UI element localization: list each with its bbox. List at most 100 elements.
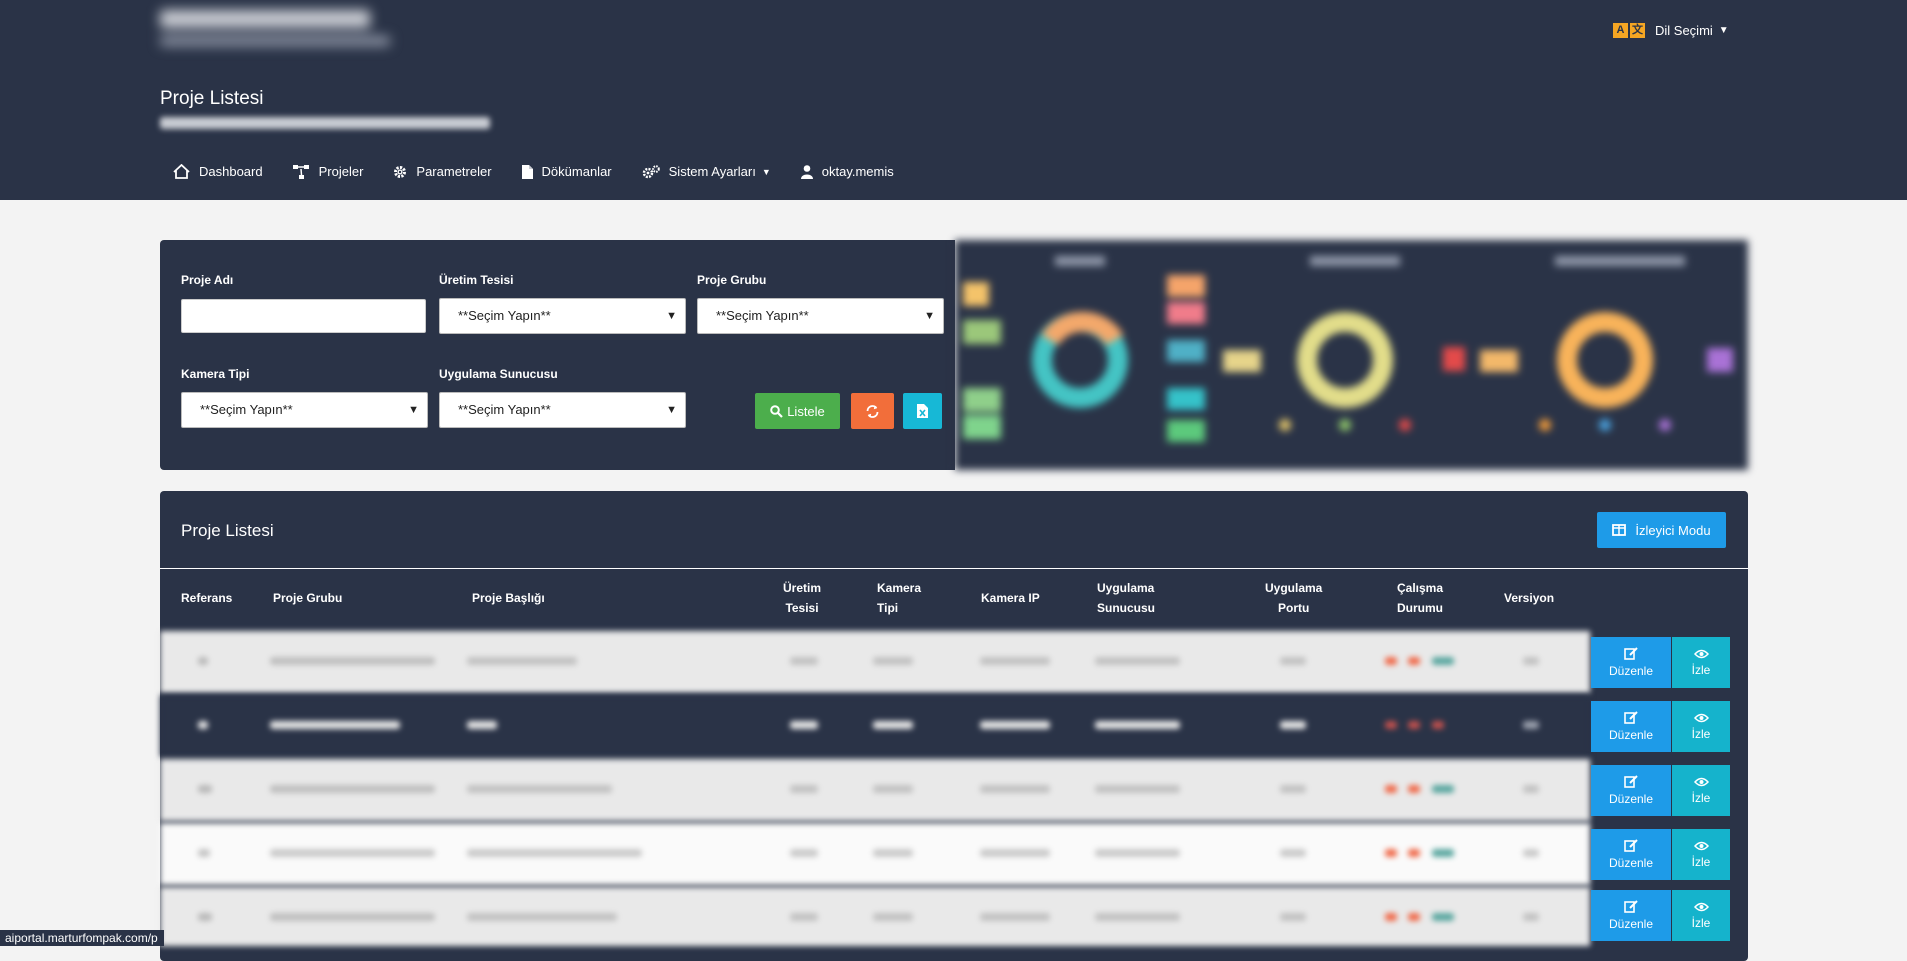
language-selector[interactable]: A文 Dil Seçimi ▼ [1613, 23, 1729, 38]
column-header-camera-type[interactable]: Kamera Tipi [877, 578, 921, 618]
app-server-select[interactable]: **Seçim Yapın** ▼ [439, 392, 686, 428]
project-group-select[interactable]: **Seçim Yapın** ▼ [697, 298, 944, 334]
column-header-app-server[interactable]: Uygulama Sunucusu [1097, 578, 1155, 618]
column-header-app-port[interactable]: Uygulama Portu [1265, 578, 1322, 618]
column-header-title[interactable]: Proje Başlığı [472, 588, 545, 608]
edit-button[interactable]: Düzenle [1591, 765, 1671, 816]
page-subtitle [160, 117, 490, 129]
edit-button-label: Düzenle [1608, 856, 1654, 870]
main-nav: Dashboard Projeler Parametreler Dökümanl… [173, 164, 924, 179]
row-content-blurred [160, 631, 1590, 693]
nav-item-documents[interactable]: Dökümanlar [521, 164, 612, 179]
user-icon [800, 164, 813, 179]
view-button-label: İzle [1691, 662, 1711, 677]
list-divider [160, 568, 1748, 569]
project-group-select-value: **Seçim Yapın** [716, 308, 809, 323]
view-button-label: İzle [1691, 790, 1711, 805]
edit-icon [1624, 839, 1638, 852]
camera-type-select-value: **Seçim Yapın** [200, 402, 293, 417]
translate-icon: A文 [1613, 23, 1647, 38]
camera-type-select[interactable]: **Seçim Yapın** ▼ [181, 392, 428, 428]
view-button[interactable]: İzle [1672, 701, 1730, 752]
company-logo [160, 10, 390, 60]
column-header-line: Çalışma [1397, 581, 1444, 595]
nav-item-system-settings[interactable]: Sistem Ayarları ▼ [642, 164, 771, 179]
column-header-line: Sunucusu [1097, 601, 1156, 615]
facility-select-value: **Seçim Yapın** [458, 308, 551, 323]
list-title: Proje Listesi [181, 521, 274, 540]
app-server-select-value: **Seçim Yapın** [458, 402, 551, 417]
edit-button-label: Düzenle [1608, 664, 1654, 678]
project-name-label: Proje Adı [181, 273, 234, 287]
refresh-icon [866, 404, 879, 418]
column-header-group[interactable]: Proje Grubu [273, 588, 342, 608]
view-button-label: İzle [1691, 854, 1711, 869]
column-header-line: Tesisi [785, 601, 819, 615]
facility-label: Üretim Tesisi [439, 273, 514, 287]
project-name-input[interactable] [181, 299, 426, 333]
column-header-line: Üretim [783, 581, 822, 595]
language-label: Dil Seçimi [1655, 23, 1713, 38]
column-header-line: Kamera [877, 581, 922, 595]
edit-icon [1624, 647, 1638, 660]
nav-item-user[interactable]: oktay.memis [800, 164, 894, 179]
nav-item-projects[interactable]: Projeler [292, 164, 363, 179]
table-row-selected [160, 695, 1590, 757]
column-header-line: Tipi [877, 601, 899, 615]
export-excel-button[interactable] [903, 393, 942, 429]
row-content-blurred [160, 823, 1590, 885]
edit-button[interactable]: Düzenle [1591, 829, 1671, 880]
sitemap-icon [292, 164, 309, 179]
viewer-mode-button[interactable]: İzleyici Modu [1597, 512, 1726, 548]
edit-button-label: Düzenle [1608, 792, 1654, 806]
row-content-blurred [160, 695, 1590, 757]
edit-button-label: Düzenle [1608, 917, 1654, 931]
gears-icon [642, 164, 660, 178]
column-header-line: Portu [1278, 601, 1310, 615]
filter-panel: Proje Adı Üretim Tesisi **Seçim Yapın** … [160, 240, 955, 470]
list-button-label: Listele [787, 403, 825, 419]
nav-label: Sistem Ayarları [668, 164, 756, 179]
edit-button[interactable]: Düzenle [1591, 701, 1671, 752]
column-header-version[interactable]: Versiyon [1504, 588, 1554, 608]
chevron-down-icon: ▼ [1718, 25, 1729, 36]
column-header-line: Uygulama [1097, 581, 1155, 595]
edit-icon [1624, 900, 1638, 913]
view-button[interactable]: İzle [1672, 890, 1730, 941]
edit-icon [1624, 775, 1638, 788]
edit-button[interactable]: Düzenle [1591, 637, 1671, 688]
list-button[interactable]: Listele [755, 393, 840, 429]
excel-file-icon [917, 404, 928, 418]
view-button-label: İzle [1691, 726, 1711, 741]
browser-status-url: aiportal.marturfompak.com/p [0, 930, 164, 946]
nav-item-parameters[interactable]: Parametreler [393, 164, 492, 179]
view-button[interactable]: İzle [1672, 829, 1730, 880]
edit-button[interactable]: Düzenle [1591, 890, 1671, 941]
column-header-camera-ip[interactable]: Kamera IP [981, 588, 1040, 608]
edit-icon [1624, 711, 1638, 724]
refresh-button[interactable] [851, 393, 894, 429]
chevron-down-icon: ▼ [666, 404, 677, 416]
row-content-blurred [160, 759, 1590, 821]
view-button[interactable]: İzle [1672, 637, 1730, 688]
column-header-line: Uygulama [1265, 581, 1323, 595]
view-button[interactable]: İzle [1672, 765, 1730, 816]
nav-item-dashboard[interactable]: Dashboard [173, 164, 263, 179]
table-row [160, 631, 1590, 693]
project-group-label: Proje Grubu [697, 273, 767, 287]
facility-select[interactable]: **Seçim Yapın** ▼ [439, 298, 686, 334]
page-title: Proje Listesi [160, 88, 264, 109]
column-header-status[interactable]: Çalışma Durumu [1397, 578, 1443, 618]
edit-button-label: Düzenle [1608, 728, 1654, 742]
column-header-ref[interactable]: Referans [181, 588, 232, 608]
gear-icon [394, 165, 407, 178]
document-icon [521, 164, 533, 179]
chevron-down-icon: ▼ [761, 166, 771, 177]
nav-label: oktay.memis [821, 164, 894, 179]
columns-icon [1612, 524, 1627, 536]
eye-icon [1693, 841, 1709, 850]
table-row [160, 823, 1590, 885]
home-icon [173, 164, 190, 179]
column-header-facility[interactable]: Üretim Tesisi [783, 578, 821, 618]
chevron-down-icon: ▼ [924, 310, 935, 322]
